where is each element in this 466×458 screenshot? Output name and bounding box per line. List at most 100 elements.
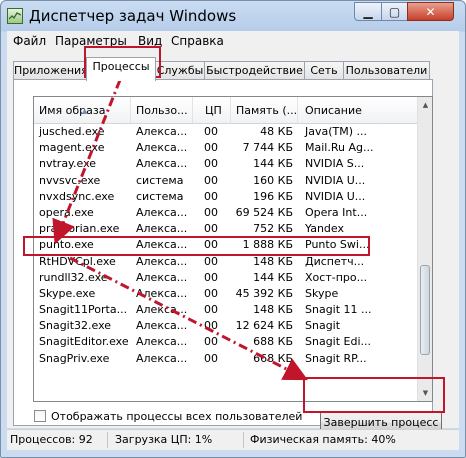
show-all-processes-checkbox[interactable]: [34, 410, 46, 422]
maximize-icon: ▢: [388, 4, 401, 19]
cell-memory: 196 КБ: [253, 189, 293, 203]
cell-memory: 144 КБ: [253, 270, 293, 284]
process-row[interactable]: Skype.exe Алекса... 00 45 392 КБ Skype: [34, 286, 417, 302]
vertical-scrollbar[interactable]: ▲ ▼: [417, 97, 432, 401]
status-divider: [243, 432, 244, 448]
process-row[interactable]: SnagitEditor.exe Алекса... 00 688 КБ Snagit …: [34, 334, 417, 350]
title-bar[interactable]: Диспетчер задач Windows ▁ ▢ ✕: [1, 1, 465, 31]
process-row[interactable]: punto.exe Алекса... 00 1 888 КБ Punto Swi...: [34, 237, 417, 253]
cell-cpu: 00: [204, 173, 218, 187]
cell-memory: 688 КБ: [253, 335, 293, 349]
cell-memory: 7 744 КБ: [242, 141, 293, 155]
scroll-up-icon[interactable]: ▲: [418, 97, 432, 113]
cell-cpu: 00: [204, 189, 218, 203]
window-title: Диспетчер задач Windows: [29, 7, 237, 25]
process-row[interactable]: nvvsvc.exe система 00 160 КБ NVIDIA U...: [34, 173, 417, 189]
process-row[interactable]: nvtray.exe Алекса... 00 144 КБ NVIDIA S...: [34, 156, 417, 172]
cell-memory: 12 624 КБ: [235, 319, 293, 333]
cell-description: Snagit 11 ...: [305, 303, 372, 317]
cell-cpu: 00: [204, 319, 218, 333]
menu-options[interactable]: Параметры: [55, 34, 127, 48]
scrollbar-thumb[interactable]: [420, 265, 430, 355]
tab-performance[interactable]: Быстродействие: [204, 61, 305, 80]
cell-memory: 48 КБ: [260, 125, 293, 138]
process-row[interactable]: nvxdsync.exe система 00 196 КБ NVIDIA U...: [34, 189, 417, 205]
column-cpu[interactable]: ЦП: [193, 97, 231, 123]
cell-user: Алекса...: [136, 254, 188, 268]
maximize-button[interactable]: ▢: [381, 2, 408, 21]
column-label: Имя образа: [39, 104, 106, 117]
cell-cpu: 00: [204, 303, 218, 317]
cell-user: система: [136, 189, 184, 203]
cell-memory: 668 КБ: [253, 351, 293, 365]
menu-file[interactable]: Файл: [13, 34, 46, 48]
cell-memory: 1 888 КБ: [242, 238, 293, 252]
cell-user: Алекса...: [136, 141, 188, 155]
tab-users[interactable]: Пользователи: [343, 61, 430, 80]
process-list[interactable]: Имя образа ▲ Пользо... ЦП Память (... Оп…: [33, 96, 433, 402]
cell-user: Алекса...: [136, 351, 188, 365]
cell-cpu: 00: [204, 205, 218, 219]
minimize-button[interactable]: ▁: [354, 2, 382, 21]
cell-description: NVIDIA U...: [305, 173, 366, 187]
process-row[interactable]: rundll32.exe Алекса... 00 144 КБ Хост-про...: [34, 270, 417, 286]
tab-network[interactable]: Сеть: [304, 61, 344, 80]
cell-cpu: 00: [204, 141, 218, 155]
cell-description: NVIDIA U...: [305, 189, 366, 203]
tab-applications[interactable]: Приложения: [13, 61, 88, 80]
process-row[interactable]: magent.exe Алекса... 00 7 744 КБ Mail.Ru Ag.…: [34, 140, 417, 156]
cell-image-name: Snagit11Porta...: [39, 303, 128, 317]
column-description[interactable]: Описание: [298, 97, 417, 123]
cell-description: Snagit: [305, 319, 341, 333]
cell-user: Алекса...: [136, 319, 188, 333]
column-user[interactable]: Пользо...: [131, 97, 193, 123]
menu-view[interactable]: Вид: [138, 34, 162, 48]
cell-description: Skype: [305, 286, 339, 300]
cell-cpu: 00: [204, 157, 218, 171]
cell-memory: 69 524 КБ: [235, 205, 293, 219]
status-bar: Процессов: 92 Загрузка ЦП: 1% Физическая…: [7, 429, 459, 450]
cell-memory: 45 392 КБ: [235, 286, 293, 300]
scroll-down-icon[interactable]: ▼: [418, 385, 432, 401]
main-panel: Приложения Процессы Службы Быстродействи…: [7, 53, 459, 434]
cell-memory: 160 КБ: [253, 173, 293, 187]
process-row[interactable]: Snagit32.exe Алекса... 00 12 624 КБ Snagit: [34, 318, 417, 334]
process-row[interactable]: Snagit11Porta... Алекса... 00 148 КБ Snagit …: [34, 302, 417, 318]
status-memory: Физическая память: 40%: [250, 433, 396, 446]
cell-image-name: RtHDVCpl.exe: [39, 254, 116, 268]
menu-bar: Файл Параметры Вид Справка: [7, 31, 459, 53]
cell-description: Punto Swi...: [305, 238, 370, 252]
cell-user: Алекса...: [136, 157, 188, 171]
status-processes: Процессов: 92: [10, 433, 93, 446]
cell-user: Алекса...: [136, 335, 188, 349]
column-image-name[interactable]: Имя образа ▲: [34, 97, 131, 123]
process-row[interactable]: praetorian.exe Алекса... 00 752 КБ Yandex: [34, 221, 417, 237]
cell-image-name: Skype.exe: [39, 286, 96, 300]
process-row[interactable]: RtHDVCpl.exe Алекса... 00 148 КБ Диспетч...: [34, 254, 417, 270]
cell-image-name: jusched.exe: [39, 125, 105, 138]
process-row[interactable]: SnagPriv.exe Алекса... 00 668 КБ Snagit RP..…: [34, 351, 417, 367]
column-memory[interactable]: Память (...: [231, 97, 298, 123]
cell-user: Алекса...: [136, 303, 188, 317]
cell-memory: 148 КБ: [253, 254, 293, 268]
cell-cpu: 00: [204, 238, 218, 252]
cell-cpu: 00: [204, 286, 218, 300]
process-row[interactable]: opera.exe Алекса... 00 69 524 КБ Opera Int..…: [34, 205, 417, 221]
tab-services[interactable]: Службы: [155, 61, 205, 80]
cell-image-name: Snagit32.exe: [39, 319, 112, 333]
cell-description: Диспетч...: [305, 254, 365, 268]
cell-image-name: nvvsvc.exe: [39, 173, 101, 187]
cell-user: Алекса...: [136, 238, 188, 252]
cell-image-name: magent.exe: [39, 141, 105, 155]
close-button[interactable]: ✕: [407, 2, 454, 21]
cell-cpu: 00: [204, 125, 218, 138]
tab-processes[interactable]: Процессы: [86, 57, 156, 81]
process-row[interactable]: jusched.exe Алекса... 00 48 КБ Java(TM) ...: [34, 124, 417, 140]
cell-description: Хост-про...: [305, 270, 368, 284]
cell-description: Opera Int...: [305, 205, 368, 219]
cell-description: Yandex: [305, 222, 344, 236]
status-divider: [107, 432, 108, 448]
processes-tab-page: Имя образа ▲ Пользо... ЦП Память (... Оп…: [13, 79, 442, 434]
cell-cpu: 00: [204, 254, 218, 268]
menu-help[interactable]: Справка: [171, 34, 224, 48]
